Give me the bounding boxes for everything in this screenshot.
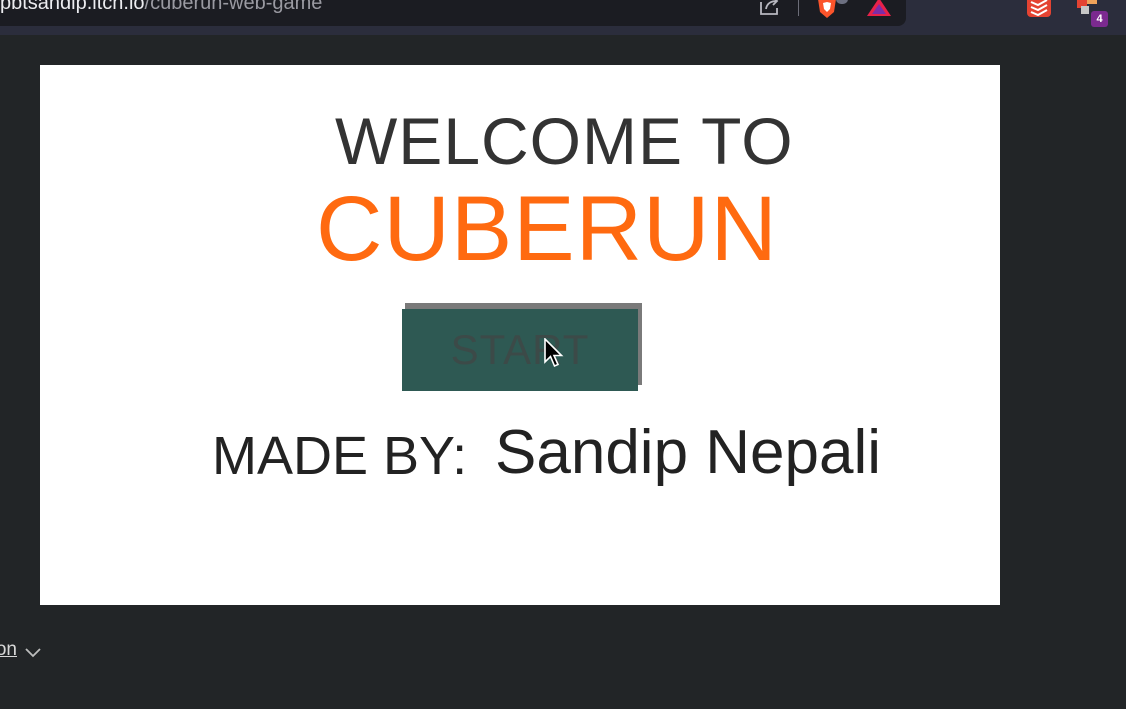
- todoist-icon[interactable]: [1026, 0, 1052, 18]
- author-name: Sandip Nepali: [495, 418, 882, 487]
- game-title: CUBERUN: [316, 178, 778, 280]
- url-host: pbtsandip.itch.io: [0, 0, 145, 14]
- share-icon[interactable]: [757, 0, 781, 18]
- bottom-menu-link[interactable]: on: [0, 639, 17, 661]
- rewards-icon[interactable]: [865, 0, 893, 18]
- browser-toolbar: pbtsandip.itch.io/cuberun-web-game 4: [0, 0, 1126, 35]
- mouse-cursor-icon: [544, 338, 564, 368]
- made-by-label: MADE BY:: [212, 426, 468, 486]
- chevron-down-icon[interactable]: [24, 646, 42, 658]
- url-divider: [798, 0, 799, 16]
- shield-badge: [836, 0, 848, 4]
- url-bar[interactable]: pbtsandip.itch.io/cuberun-web-game: [0, 0, 906, 26]
- brave-shield-icon[interactable]: [814, 0, 840, 20]
- start-button[interactable]: START: [402, 309, 638, 391]
- url-text: pbtsandip.itch.io/cuberun-web-game: [0, 0, 322, 15]
- url-path: /cuberun-web-game: [144, 0, 323, 14]
- welcome-heading: WELCOME TO: [335, 104, 794, 178]
- game-canvas[interactable]: WELCOME TO CUBERUN START MADE BY: Sandip…: [40, 65, 1000, 605]
- extension-badge: 4: [1091, 11, 1108, 27]
